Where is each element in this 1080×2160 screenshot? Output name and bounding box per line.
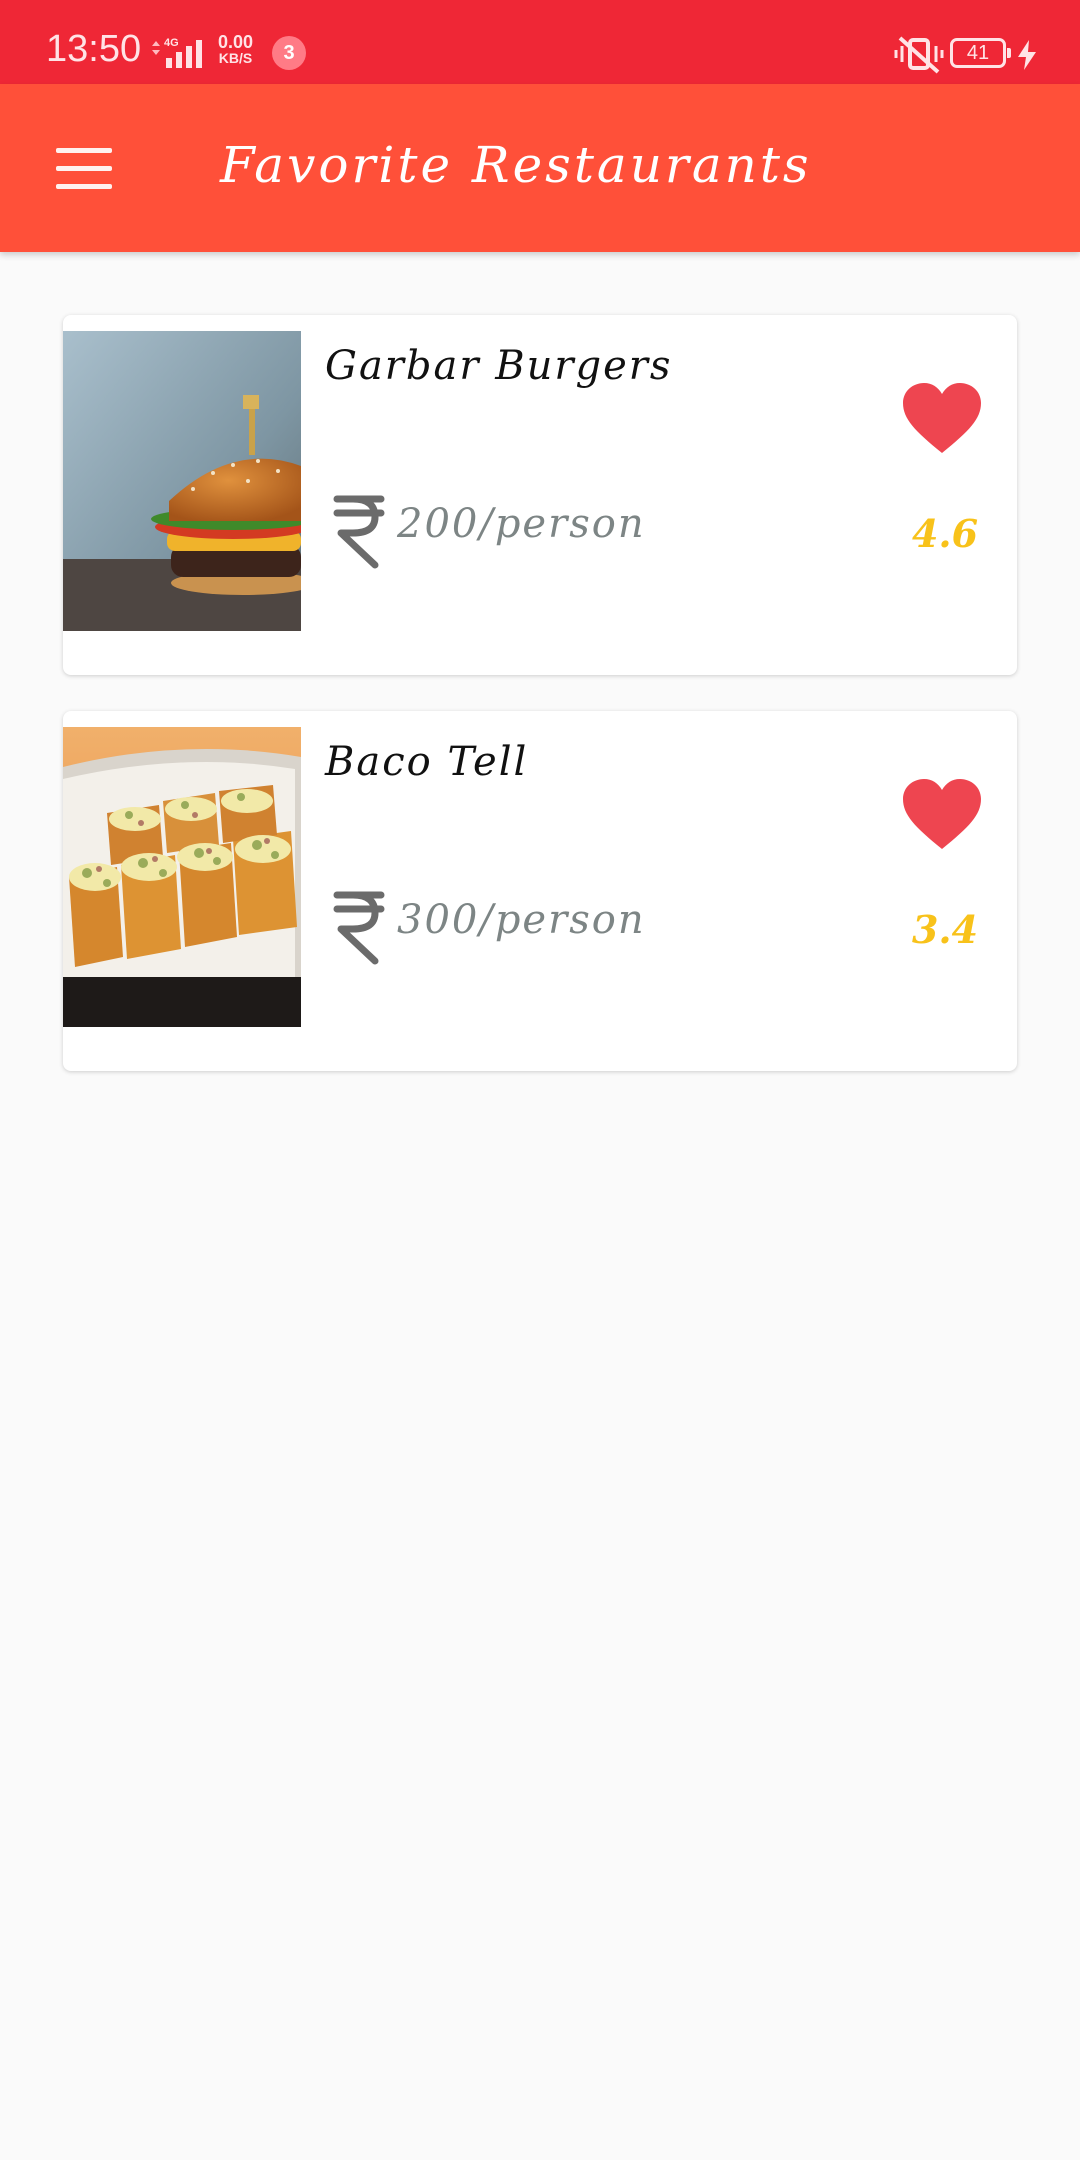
battery-icon: 41 bbox=[950, 38, 1011, 68]
network-type: 4G bbox=[164, 37, 179, 49]
charging-icon bbox=[1018, 40, 1036, 70]
status-time: 13:50 bbox=[46, 28, 142, 70]
menu-button[interactable] bbox=[40, 138, 124, 198]
restaurant-card[interactable]: Garbar Burgers 200/person 4.6 bbox=[63, 315, 1017, 675]
price-per-person: 300/person bbox=[397, 897, 646, 943]
restaurant-name: Garbar Burgers bbox=[325, 343, 673, 389]
menu-icon-line bbox=[56, 184, 112, 189]
restaurant-photo-tacos bbox=[63, 727, 301, 1027]
app-bar: Favorite Restaurants bbox=[0, 84, 1080, 252]
page-title: Favorite Restaurants bbox=[220, 136, 812, 194]
restaurant-rating: 4.6 bbox=[911, 511, 979, 556]
data-rate: 0.00 KB/S bbox=[218, 32, 254, 66]
status-bar: 13:50 4G 0.00 KB/S 3 41 bbox=[0, 0, 1080, 84]
restaurant-card[interactable]: Baco Tell 300/person 3.4 bbox=[63, 711, 1017, 1071]
notification-badge: 3 bbox=[272, 36, 306, 70]
vibrate-off-icon bbox=[894, 36, 944, 74]
favorite-heart-icon[interactable] bbox=[901, 777, 983, 851]
rupee-icon bbox=[333, 495, 385, 569]
favorite-heart-icon[interactable] bbox=[901, 381, 983, 455]
price-per-person: 200/person bbox=[397, 501, 646, 547]
signal-icon: 4G bbox=[152, 37, 202, 68]
restaurant-photo-burger bbox=[63, 331, 301, 631]
restaurant-rating: 3.4 bbox=[911, 907, 979, 952]
menu-icon-line bbox=[56, 166, 112, 171]
rupee-icon bbox=[333, 891, 385, 965]
restaurant-name: Baco Tell bbox=[325, 739, 529, 785]
menu-icon-line bbox=[56, 148, 112, 153]
